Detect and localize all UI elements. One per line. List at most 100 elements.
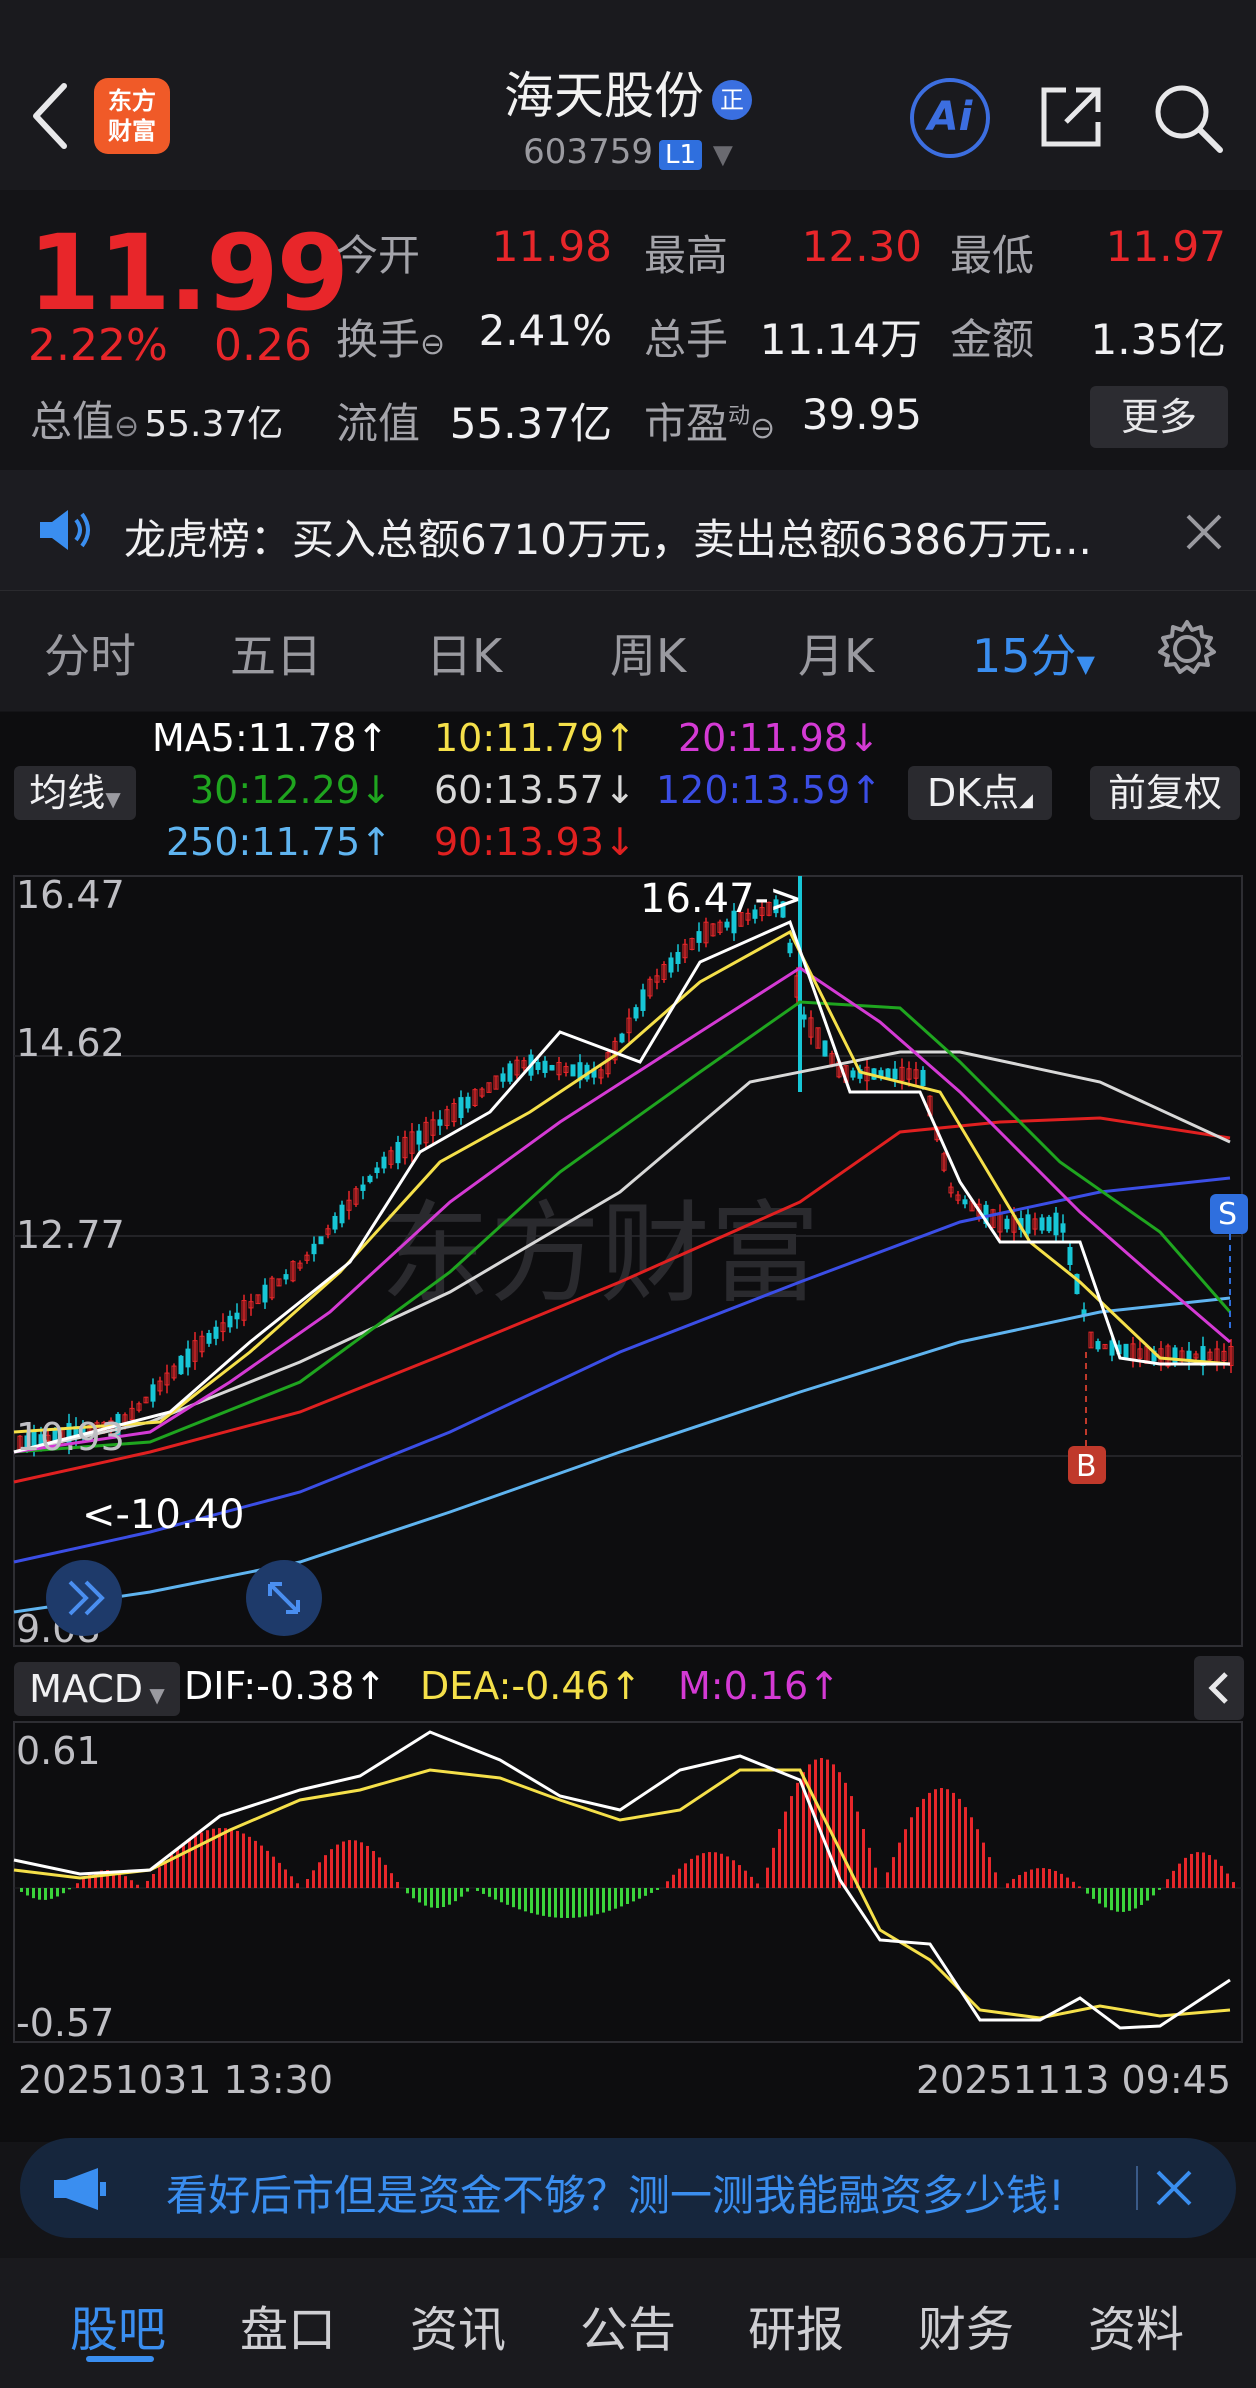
- candle-body: [619, 1033, 625, 1043]
- macd-bar: [50, 1888, 53, 1899]
- tab-five-day[interactable]: 五日: [230, 620, 322, 686]
- macd-bar: [892, 1857, 895, 1888]
- total-cap: 总值⊖ 55.37亿: [30, 388, 283, 449]
- macd-bar: [260, 1845, 263, 1888]
- macd-bar: [476, 1888, 479, 1891]
- tab-15min[interactable]: 15分▼: [972, 620, 1095, 686]
- turnover-label-text: 换手: [336, 315, 421, 364]
- ma60-label: 60:13.57↓: [434, 768, 636, 812]
- candle-body: [962, 1199, 968, 1205]
- macd-bar: [56, 1888, 59, 1897]
- dk-point-button[interactable]: DK点◢: [908, 766, 1052, 820]
- ma90-label: 90:13.93↓: [434, 820, 636, 864]
- macd-bar: [1140, 1888, 1143, 1905]
- y-label-top: 16.47: [16, 873, 125, 917]
- tab-week-k[interactable]: 周K: [610, 620, 686, 686]
- close-icon[interactable]: [1180, 508, 1228, 560]
- bottom-tab-finance[interactable]: 财务: [918, 2290, 1014, 2360]
- macd-bar: [964, 1807, 967, 1888]
- macd-bar: [224, 1828, 227, 1888]
- macd-bar: [1208, 1855, 1211, 1888]
- macd-bar: [442, 1888, 445, 1908]
- search-icon[interactable]: [1150, 80, 1226, 160]
- macd-bar: [678, 1868, 681, 1888]
- macd-bar: [1146, 1888, 1149, 1901]
- macd-chart[interactable]: 0.61 -0.57: [0, 1720, 1256, 2046]
- macd-bar: [696, 1855, 699, 1888]
- candle-body: [360, 1184, 366, 1191]
- tab-day-k[interactable]: 日K: [426, 620, 502, 686]
- macd-bar: [1060, 1873, 1063, 1888]
- macd-bar: [778, 1828, 781, 1888]
- macd-bar: [708, 1852, 711, 1888]
- macd-bar: [296, 1883, 299, 1888]
- tab-intraday[interactable]: 分时: [44, 620, 136, 686]
- macd-bar: [650, 1888, 653, 1893]
- macd-bar: [306, 1879, 309, 1888]
- share-icon[interactable]: [1036, 82, 1106, 156]
- macd-bar: [272, 1856, 275, 1888]
- macd-bar: [354, 1840, 357, 1888]
- macd-bar: [970, 1817, 973, 1888]
- macd-histogram: [20, 1758, 1235, 1918]
- macd-bar: [862, 1828, 865, 1888]
- macd-bar: [312, 1870, 315, 1888]
- macd-bar: [626, 1888, 629, 1904]
- banner-close-icon[interactable]: [1152, 2166, 1196, 2214]
- dragon-text: 龙虎榜：买入总额6710万元，卖出总额6386万元...: [124, 515, 1092, 564]
- watermark: 东方财富: [380, 1193, 820, 1316]
- macd-bar: [632, 1888, 635, 1902]
- bottom-tab-research[interactable]: 研报: [748, 2290, 844, 2360]
- more-button[interactable]: 更多: [1090, 386, 1228, 448]
- macd-bar: [1220, 1865, 1223, 1888]
- open-label: 今开: [336, 231, 421, 280]
- current-price: 11.99: [28, 212, 349, 334]
- macd-bar: [68, 1888, 71, 1890]
- bottom-tab-guba[interactable]: 股吧: [70, 2290, 166, 2360]
- total-cap-label: 总值: [30, 397, 115, 446]
- macd-bar: [1078, 1886, 1081, 1888]
- kline-chart[interactable]: 东方财富 16.47 14.62 12.77 10.93 9.08 16.47-…: [0, 872, 1256, 1652]
- macd-bar: [342, 1841, 345, 1888]
- low-label: 最低: [950, 231, 1035, 280]
- macd-bar: [1226, 1873, 1229, 1888]
- tab-month-k[interactable]: 月K: [798, 620, 874, 686]
- macd-bar: [766, 1867, 769, 1888]
- macd-dropdown[interactable]: MACD ▼: [14, 1662, 180, 1716]
- candle-body: [332, 1215, 338, 1230]
- bottom-tab-pankou[interactable]: 盘口: [240, 2290, 336, 2360]
- banner-text[interactable]: 看好后市但是资金不够？测一测我能融资多少钱!: [166, 2162, 1065, 2223]
- macd-bar: [590, 1888, 593, 1916]
- ai-assistant-button[interactable]: Ai: [910, 78, 990, 158]
- macd-bar: [146, 1880, 149, 1888]
- macd-bar: [898, 1842, 901, 1888]
- bottom-tab-news[interactable]: 资讯: [410, 2290, 506, 2360]
- macd-bar: [820, 1758, 823, 1888]
- candle-body: [668, 957, 674, 973]
- macd-y-bottom: -0.57: [16, 2001, 114, 2045]
- amount-value: 1.35亿: [1090, 315, 1226, 364]
- float-cap-value: 55.37亿: [449, 399, 612, 448]
- macd-bar: [266, 1850, 269, 1888]
- info-icon[interactable]: ⊖: [114, 409, 139, 444]
- ma-dropdown[interactable]: 均线▼: [14, 766, 136, 820]
- macd-bar: [454, 1888, 457, 1902]
- info-icon[interactable]: ⊖: [420, 327, 445, 362]
- expand-arrows-icon[interactable]: [46, 1560, 122, 1636]
- candle-body: [416, 1130, 422, 1145]
- macd-bar: [756, 1883, 759, 1888]
- macd-bar: [206, 1830, 209, 1888]
- stock-name: 海天股份: [504, 67, 704, 125]
- candle-body: [724, 921, 730, 928]
- info-icon[interactable]: ⊖: [750, 411, 775, 446]
- bottom-tab-notice[interactable]: 公告: [580, 2290, 676, 2360]
- fullscreen-icon[interactable]: [246, 1560, 322, 1636]
- collapse-panel-button[interactable]: [1194, 1656, 1244, 1720]
- candle-body: [920, 1069, 926, 1087]
- adjust-button[interactable]: 前复权: [1090, 766, 1240, 820]
- gear-icon[interactable]: [1156, 618, 1218, 684]
- bottom-tab-profile[interactable]: 资料: [1088, 2290, 1184, 2360]
- ma250-label: 250:11.75↑: [166, 820, 392, 864]
- macd-bar: [488, 1888, 491, 1897]
- ma5-label: MA5:11.78↑: [152, 716, 389, 760]
